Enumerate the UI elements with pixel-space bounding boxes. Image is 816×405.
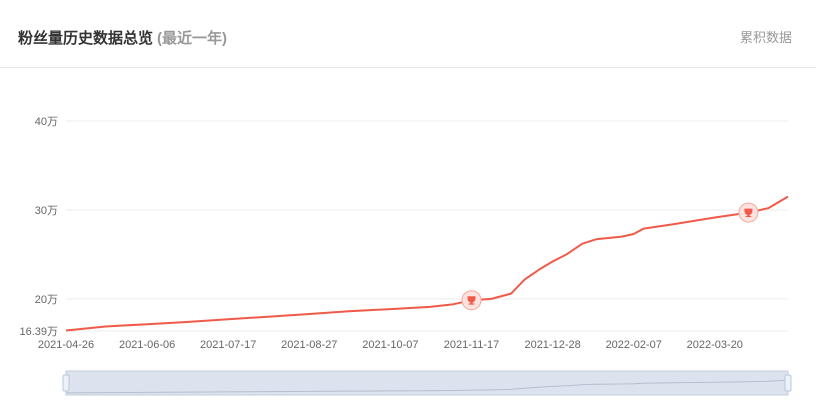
y-tick-label: 20万 <box>35 294 58 306</box>
zoom-handle-right[interactable] <box>784 374 792 392</box>
zoom-handle-left[interactable] <box>62 374 70 392</box>
x-tick-label: 2021-06-06 <box>119 339 175 351</box>
chart-title-text: 粉丝量历史数据总览 <box>18 30 154 47</box>
chart-subtitle: (最近一年) <box>157 30 228 47</box>
chart-header: 粉丝量历史数据总览 (最近一年) 累积数据 <box>0 0 816 68</box>
x-tick-label: 2021-04-26 <box>38 339 94 351</box>
x-tick-label: 2022-03-20 <box>687 339 743 351</box>
x-tick-label: 2021-11-17 <box>444 339 499 351</box>
chart-title: 粉丝量历史数据总览 (最近一年) <box>18 27 227 48</box>
y-tick-label: 40万 <box>35 116 58 128</box>
milestone-marker <box>461 290 482 311</box>
x-tick-label: 2021-08-27 <box>281 339 337 351</box>
series-line <box>65 195 789 332</box>
x-tick-label: 2021-10-07 <box>362 339 418 351</box>
cumulative-data-button[interactable]: 累积数据 <box>740 27 792 46</box>
y-tick-label: 16.39万 <box>19 326 58 338</box>
milestone-marker <box>738 202 759 223</box>
x-tick-label: 2021-12-28 <box>524 339 580 351</box>
fans-line-chart: 16.39万 20万 30万 40万 2021-04-26 2021-06-06 2021-… <box>19 116 792 396</box>
x-tick-label: 2022-02-07 <box>606 339 662 351</box>
y-tick-label: 30万 <box>35 205 58 217</box>
x-tick-label: 2021-07-17 <box>200 339 256 351</box>
